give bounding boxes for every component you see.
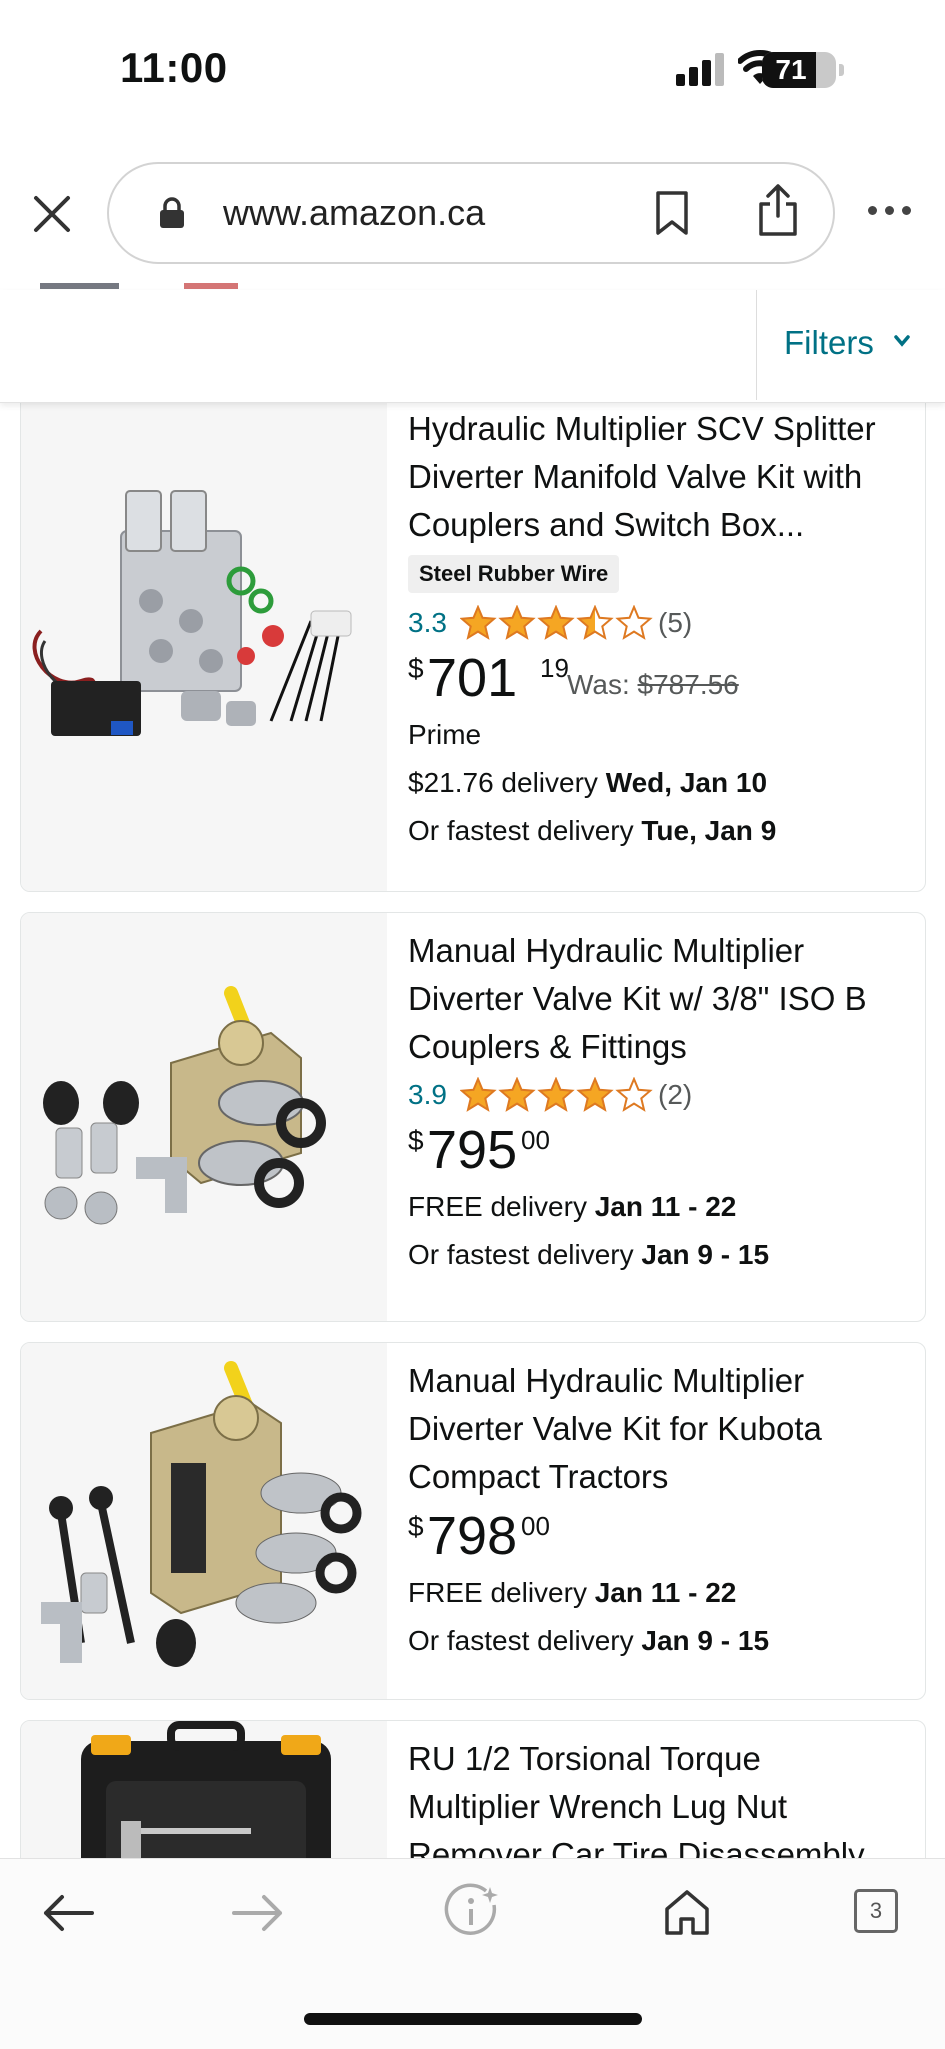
product-info: RU 1/2 Torsional Torque Multiplier Wrenc…	[408, 1721, 918, 1879]
rating-count: (2)	[658, 1079, 693, 1110]
star-icon	[537, 1077, 575, 1112]
price-whole: 798	[427, 1506, 518, 1566]
back-icon[interactable]	[40, 1891, 96, 1935]
price-fraction: 00	[521, 1511, 550, 1541]
fastest-text: Or fastest delivery	[408, 1625, 642, 1656]
battery-level: 71	[775, 54, 807, 85]
price: $ 798 00	[408, 1505, 918, 1569]
home-indicator[interactable]	[304, 2013, 642, 2025]
star-icon	[615, 605, 653, 640]
prime-label: Prime	[408, 719, 482, 750]
home-icon[interactable]	[662, 1887, 712, 1937]
fastest-date: Tue, Jan 9	[641, 815, 777, 846]
fastest-text: Or fastest delivery	[408, 1239, 642, 1270]
delivery-text: FREE delivery	[408, 1577, 595, 1608]
lock-icon	[160, 197, 184, 228]
price-symbol: $	[408, 653, 424, 684]
star-icon	[615, 1077, 653, 1112]
was-price-value: $787.56	[637, 669, 739, 700]
fastest-delivery-line: Or fastest delivery Jan 9 - 15	[408, 1617, 918, 1665]
star-icon	[498, 605, 536, 640]
star-icon	[537, 605, 575, 640]
fastest-date: Jan 9 - 15	[641, 1239, 770, 1270]
rating-count: (5)	[658, 607, 693, 638]
star-icon	[498, 1077, 536, 1112]
delivery-date: Jan 11 - 22	[594, 1191, 737, 1222]
product-info: Hydraulic Multiplier SCV Splitter Divert…	[408, 391, 918, 855]
fastest-date: Jan 9 - 15	[641, 1625, 770, 1656]
chevron-down-icon[interactable]	[893, 334, 911, 348]
url-text[interactable]: www.amazon.ca	[223, 192, 485, 234]
price-fraction: 00	[521, 1125, 550, 1155]
product-card[interactable]: Manual Hydraulic Multiplier Diverter Val…	[20, 1342, 926, 1700]
more-icon[interactable]	[868, 206, 912, 218]
fastest-delivery-line: Or fastest delivery Jan 9 - 15	[408, 1231, 918, 1279]
product-card[interactable]: Manual Hydraulic Multiplier Diverter Val…	[20, 912, 926, 1322]
delivery-date: Jan 11 - 22	[594, 1577, 737, 1608]
product-card[interactable]: Hydraulic Multiplier SCV Splitter Divert…	[20, 390, 926, 892]
star-icon	[460, 1077, 497, 1112]
price-fraction: 19	[540, 653, 569, 683]
product-image[interactable]	[21, 1343, 387, 1699]
variant-badge: Steel Rubber Wire	[408, 555, 620, 593]
delivery-line: FREE delivery Jan 11 - 22	[408, 1183, 918, 1231]
was-price: Was: $787.56	[567, 669, 739, 701]
close-icon[interactable]	[30, 192, 74, 236]
rating-row[interactable]: 3.9 (2)	[408, 1071, 918, 1119]
star-rating-icon	[460, 605, 653, 640]
price: $ 795 00	[408, 1119, 918, 1183]
browser-toolbar: www.amazon.ca	[0, 140, 945, 285]
status-time: 11:00	[120, 44, 228, 91]
fastest-text: Or fastest delivery	[408, 815, 642, 846]
delivery-line: $21.76 delivery Wed, Jan 10	[408, 759, 918, 807]
product-title[interactable]: Hydraulic Multiplier SCV Splitter Divert…	[408, 405, 918, 549]
rating-row[interactable]: 3.3 (5)	[408, 599, 918, 647]
star-icon	[576, 605, 614, 640]
tab-count: 3	[854, 1889, 898, 1933]
delivery-text: FREE delivery	[408, 1191, 595, 1222]
star-icon	[576, 1077, 614, 1112]
price: $ 701 19 Was: $787.56	[408, 647, 918, 711]
delivery-text: $21.76 delivery	[408, 767, 606, 798]
share-icon[interactable]	[756, 182, 800, 238]
bookmark-icon[interactable]	[654, 190, 690, 236]
product-info: Manual Hydraulic Multiplier Diverter Val…	[408, 913, 918, 1279]
product-image[interactable]	[21, 391, 387, 891]
divider	[756, 290, 757, 400]
previous-content-edge	[40, 283, 400, 289]
price-symbol: $	[408, 1125, 424, 1156]
price-symbol: $	[408, 1511, 424, 1542]
product-title-line: Multiplier Wrench Lug Nut	[408, 1788, 788, 1825]
filter-bar: Filters	[0, 290, 945, 403]
address-bar[interactable]: www.amazon.ca	[107, 162, 835, 264]
filters-button[interactable]: Filters	[784, 324, 874, 362]
signal-icon	[676, 52, 724, 86]
rating-value: 3.9	[408, 1079, 447, 1110]
price-whole: 701	[427, 648, 518, 708]
status-bar: 11:00 71	[0, 0, 945, 140]
price-whole: 795	[427, 1120, 518, 1180]
forward-icon[interactable]	[230, 1891, 286, 1935]
product-title-line: RU 1/2 Torsional Torque	[408, 1740, 761, 1777]
delivery-line: FREE delivery Jan 11 - 22	[408, 1569, 918, 1617]
fastest-delivery-line: Or fastest delivery Tue, Jan 9	[408, 807, 918, 855]
star-icon	[460, 605, 497, 640]
product-image[interactable]	[21, 913, 387, 1321]
rating-value: 3.3	[408, 607, 447, 638]
browser-bottom-bar: 3	[0, 1858, 945, 2049]
product-title[interactable]: Manual Hydraulic Multiplier Diverter Val…	[408, 927, 918, 1071]
product-title[interactable]: Manual Hydraulic Multiplier Diverter Val…	[408, 1357, 918, 1501]
delivery-date: Wed, Jan 10	[605, 767, 768, 798]
battery-icon: 71	[762, 52, 844, 88]
star-rating-icon	[460, 1077, 653, 1112]
product-info: Manual Hydraulic Multiplier Diverter Val…	[408, 1343, 918, 1665]
info-icon[interactable]	[444, 1883, 500, 1939]
was-label: Was:	[567, 669, 630, 700]
